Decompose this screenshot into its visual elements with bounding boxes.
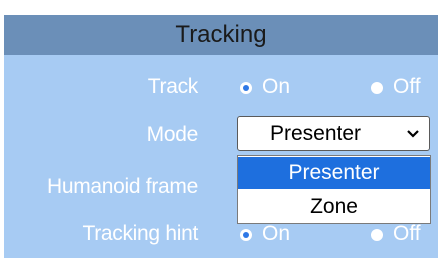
track-on-radio[interactable] — [240, 82, 252, 94]
mode-dropdown-list: Presenter Zone — [237, 155, 431, 224]
track-off-radio[interactable] — [371, 82, 383, 94]
mode-select-value: Presenter — [270, 122, 362, 145]
track-off-label[interactable]: Off — [393, 75, 421, 99]
chevron-down-icon — [407, 130, 419, 138]
tracking-hint-off-radio[interactable] — [371, 229, 383, 241]
tracking-hint-on-radio[interactable] — [240, 229, 252, 241]
mode-select[interactable]: Presenter — [237, 116, 430, 151]
track-on-label[interactable]: On — [262, 75, 290, 99]
mode-option-zone[interactable]: Zone — [238, 191, 430, 223]
mode-option-presenter[interactable]: Presenter — [238, 157, 430, 189]
section-title: Tracking — [175, 21, 267, 48]
section-header: Tracking — [4, 15, 438, 55]
tracking-hint-label: Tracking hint — [82, 222, 198, 245]
mode-label: Mode — [146, 123, 199, 146]
track-label: Track — [147, 75, 199, 98]
tracking-hint-off-label[interactable]: Off — [393, 222, 421, 246]
humanoid-frame-label: Humanoid frame — [46, 175, 198, 198]
tracking-hint-on-label[interactable]: On — [262, 222, 290, 246]
